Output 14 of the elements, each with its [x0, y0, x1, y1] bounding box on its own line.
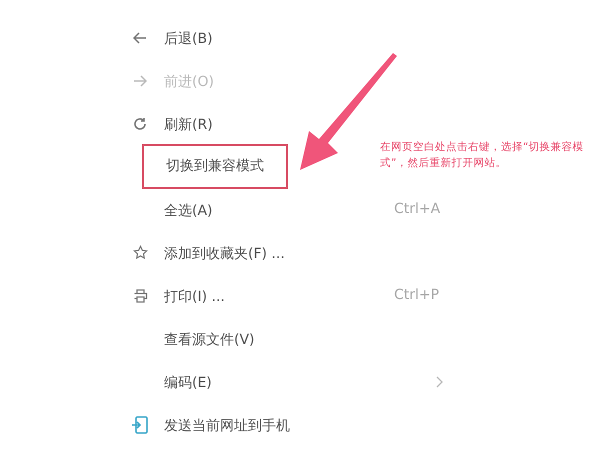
- shortcut-text: Ctrl+P: [394, 286, 440, 305]
- menu-item[interactable]: 查看源文件(V): [164, 332, 255, 348]
- send-to-phone-icon: [130, 414, 150, 434]
- menu-item[interactable]: 全选(A): [164, 202, 213, 218]
- menu-item[interactable]: 刷新(R): [164, 116, 213, 132]
- annotation-text: 在网页空白处点击右键，选择“切换兼容模式”，然后重新打开网站。: [380, 140, 584, 171]
- chevron-icon: [436, 376, 443, 388]
- menu-item[interactable]: 切换到兼容模式: [142, 144, 288, 189]
- menu-item[interactable]: 添加到收藏夹(F) ...: [164, 246, 285, 262]
- shortcut-text: Ctrl+A: [394, 200, 440, 219]
- menu-item[interactable]: 打印(I) ...: [164, 288, 225, 304]
- menu-item[interactable]: 发送当前网址到手机: [164, 418, 290, 434]
- menu-item[interactable]: 后退(B): [164, 30, 213, 46]
- menu-item[interactable]: 编码(E): [164, 374, 212, 390]
